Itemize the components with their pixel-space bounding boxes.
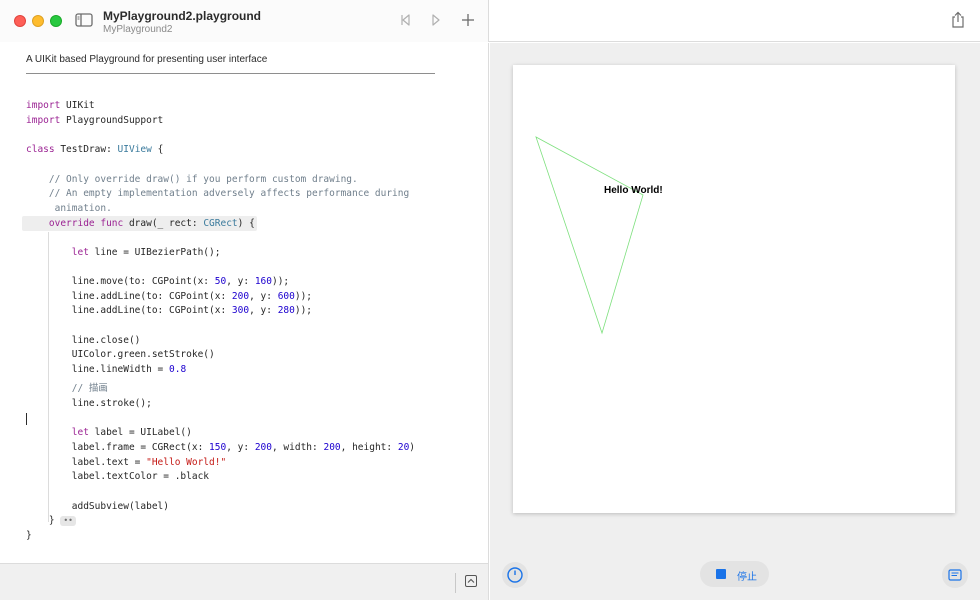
triangle-path: [535, 136, 644, 335]
code-line-7: override func draw(_ rect: CGRect) {: [26, 218, 255, 229]
code-line-17: let label = UILabel(): [26, 427, 192, 438]
code-line-22: } ••: [26, 514, 76, 528]
window-title-block: MyPlayground2.playground MyPlayground2: [103, 9, 261, 36]
live-view-pane: Hello World! 停止: [490, 43, 980, 600]
window-title: MyPlayground2.playground: [103, 9, 262, 23]
close-window-button[interactable]: [14, 15, 26, 27]
code-line-21: addSubview(label): [26, 501, 169, 512]
code-line-3: class TestDraw: UIView {: [26, 144, 164, 155]
editor-toolbar: MyPlayground2.playground MyPlayground2: [0, 0, 489, 42]
doc-comment: A UIKit based Playground for presenting …: [26, 54, 268, 65]
code-line-10: line.addLine(to: CGPoint(x: 200, y: 600)…: [26, 291, 313, 302]
gauge-icon[interactable]: [502, 562, 528, 588]
code-line-4: // Only override draw() if you perform c…: [26, 174, 358, 185]
code-line-15: // 描画: [26, 383, 108, 394]
code-editor[interactable]: A UIKit based Playground for presenting …: [0, 43, 489, 563]
stop-button-label: 停止: [737, 572, 757, 583]
console-toggle-icon[interactable]: [465, 575, 477, 587]
text-cursor: [26, 413, 27, 425]
code-line-9: line.move(to: CGPoint(x: 50, y: 160));: [26, 276, 290, 287]
doc-comment-divider: [26, 73, 435, 74]
fold-indicator[interactable]: ••: [60, 515, 76, 526]
zoom-window-button[interactable]: [50, 15, 62, 27]
stop-icon: [716, 569, 726, 579]
plus-icon[interactable]: [460, 12, 476, 28]
live-view-canvas[interactable]: Hello World!: [513, 65, 955, 513]
code-line-16: line.stroke();: [26, 398, 152, 409]
sidebar-toggle-icon[interactable]: [75, 12, 93, 28]
share-icon[interactable]: [950, 11, 966, 29]
code-line-12: line.close(): [26, 335, 141, 346]
bezier-triangle: [535, 136, 644, 335]
playground-window: MyPlayground2.playground MyPlayground2 A…: [0, 0, 980, 600]
chevron-left-icon[interactable]: [398, 12, 414, 28]
code-line-18: label.frame = CGRect(x: 150, y: 200, wid…: [26, 442, 416, 453]
debug-bar: [0, 563, 489, 600]
code-line-14: line.lineWidth = 0.8: [26, 364, 187, 375]
code-line-11: line.addLine(to: CGPoint(x: 300, y: 280)…: [26, 305, 313, 316]
debug-bar-divider: [455, 573, 456, 593]
code-line-5: // An empty implementation adversely aff…: [26, 188, 410, 199]
code-line-23: }: [26, 530, 32, 541]
code-line-8: let line = UIBezierPath();: [26, 247, 221, 258]
code-line-19: label.text = "Hello World!": [26, 457, 227, 468]
minimize-window-button[interactable]: [32, 15, 44, 27]
inspector-icon[interactable]: [942, 562, 968, 588]
chevron-right-icon[interactable]: [428, 12, 444, 28]
code-line-6: animation.: [26, 203, 112, 214]
code-line-1: import UIKit: [26, 100, 95, 111]
code-line-20: label.textColor = .black: [26, 471, 210, 482]
live-view-controls: 停止: [490, 548, 980, 600]
window-subtitle: MyPlayground2: [103, 24, 173, 35]
code-line-13: UIColor.green.setStroke(): [26, 349, 215, 360]
hello-label: Hello World!: [604, 185, 663, 196]
toolbar: MyPlayground2.playground MyPlayground2: [0, 0, 980, 42]
code-line-2: import PlaygroundSupport: [26, 115, 164, 126]
stop-button[interactable]: 停止: [700, 561, 769, 587]
